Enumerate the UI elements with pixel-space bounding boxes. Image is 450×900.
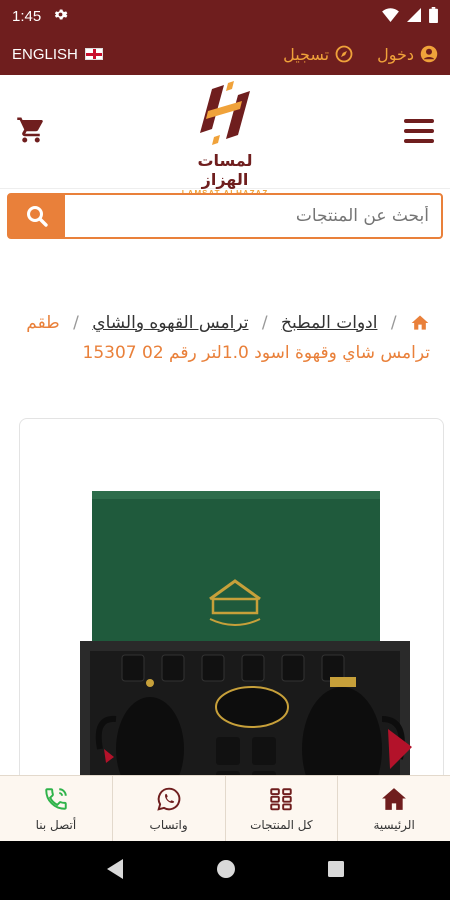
system-navigation-bar <box>0 841 450 900</box>
recents-icon[interactable] <box>327 860 345 882</box>
nav-all-products[interactable]: كل المنتجات <box>224 776 338 841</box>
user-circle-icon <box>420 45 438 63</box>
bottom-navigation: أتصل بنا واتساب كل المنتجات الرئيسية <box>0 775 450 841</box>
breadcrumb: / ادوات المطبخ / ترامس القهوه والشاي / ط… <box>20 308 430 368</box>
battery-icon <box>429 6 438 27</box>
register-link[interactable]: تسجيل <box>283 45 353 64</box>
login-label: دخول <box>377 44 414 64</box>
brand-logo[interactable]: لمسات الهزاز LAMSAT ALHAZAZ <box>175 81 275 198</box>
language-switch[interactable]: ENGLISH <box>12 46 103 63</box>
settings-gear-icon <box>53 7 68 26</box>
breadcrumb-item-thermos[interactable]: ترامس القهوه والشاي <box>92 313 248 333</box>
home-icon[interactable] <box>410 313 430 333</box>
search-input[interactable] <box>65 195 441 237</box>
auth-links: تسجيل دخول <box>283 45 438 64</box>
nav-whatsapp[interactable]: واتساب <box>111 776 225 841</box>
nav-contact-label: أتصل بنا <box>35 817 77 832</box>
app-header: لمسات الهزاز LAMSAT ALHAZAZ <box>0 75 450 198</box>
status-bar: 1:45 <box>0 0 450 33</box>
status-time: 1:45 <box>12 8 42 25</box>
wifi-icon <box>382 7 399 26</box>
nav-contact-us[interactable]: أتصل بنا <box>0 776 112 841</box>
signal-icon <box>407 7 421 26</box>
breadcrumb-item-kitchen-tools[interactable]: ادوات المطبخ <box>281 313 377 333</box>
search-icon <box>27 206 48 227</box>
logo-mark-icon <box>200 81 250 145</box>
logo-arabic-name: لمسات الهزاز <box>197 151 253 189</box>
nav-home[interactable]: الرئيسية <box>337 776 450 841</box>
back-icon[interactable] <box>105 858 125 884</box>
uk-flag-icon <box>84 48 103 60</box>
nav-home-label: الرئيسية <box>373 817 415 832</box>
compass-icon <box>335 45 353 63</box>
nav-all-products-label: كل المنتجات <box>250 817 313 832</box>
breadcrumb-separator: / <box>261 313 268 333</box>
grid-icon <box>270 787 293 810</box>
search-button[interactable] <box>9 195 65 237</box>
top-bar: ENGLISH تسجيل دخول <box>0 33 450 75</box>
language-label: ENGLISH <box>12 45 78 63</box>
breadcrumb-separator: / <box>390 313 397 333</box>
phone-icon <box>45 787 67 810</box>
home-circle-icon[interactable] <box>215 858 237 884</box>
cart-icon[interactable] <box>16 115 46 145</box>
hamburger-menu-icon[interactable] <box>404 119 434 143</box>
register-label: تسجيل <box>283 44 330 64</box>
nav-whatsapp-label: واتساب <box>149 817 188 832</box>
breadcrumb-separator: / <box>73 313 79 333</box>
app-screen: 1:45 ENGLISH تسجيل دخول لمسات الهزاز أبح… <box>0 0 450 900</box>
whatsapp-icon <box>156 787 180 811</box>
search-bar <box>7 193 443 239</box>
home-icon <box>382 787 407 810</box>
login-link[interactable]: دخول <box>377 45 438 64</box>
